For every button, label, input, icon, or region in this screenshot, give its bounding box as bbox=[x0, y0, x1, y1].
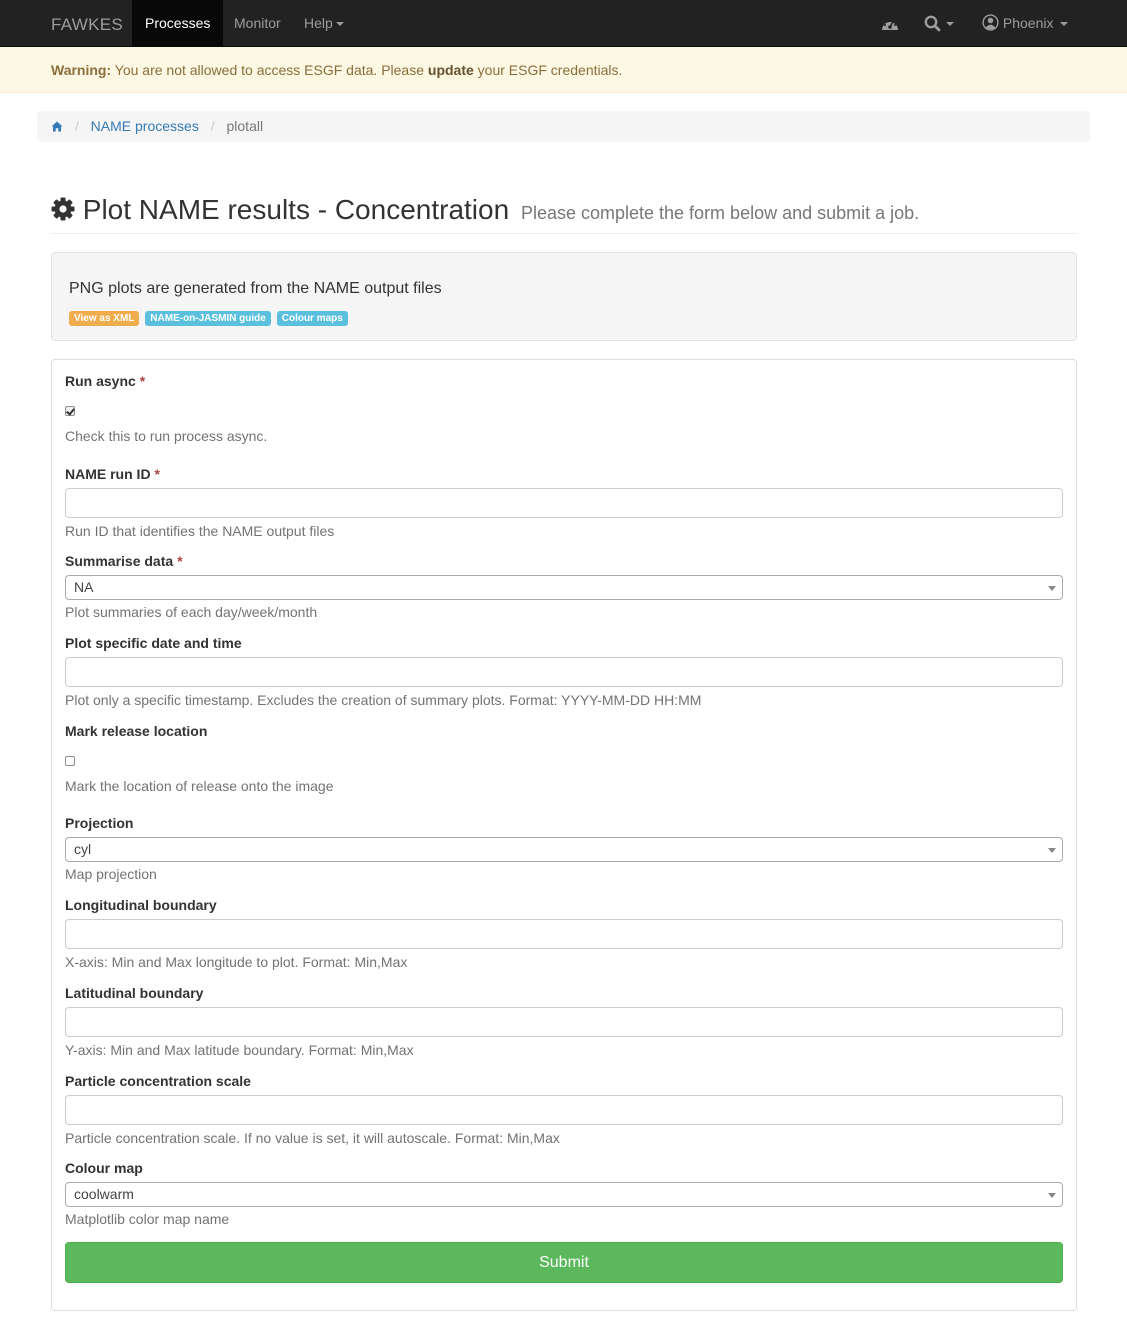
esgf-warning-alert: Warning: You are not allowed to access E… bbox=[0, 47, 1127, 93]
summarise-label: Summarise data * bbox=[65, 553, 183, 569]
breadcrumb-link-name-processes[interactable]: NAME processes bbox=[91, 118, 199, 134]
nav-monitor[interactable]: Monitor bbox=[221, 0, 294, 46]
colour-maps-link[interactable]: Colour maps bbox=[276, 311, 348, 326]
projection-label: Projection bbox=[65, 815, 134, 831]
run-async-group: Run async * Check this to run process as… bbox=[65, 373, 1063, 444]
page-header: Plot NAME results - Concentration Please… bbox=[51, 190, 1077, 234]
lon-boundary-help: X-axis: Min and Max longitude to plot. F… bbox=[65, 954, 408, 970]
projection-group: Projection cyl Map projection bbox=[65, 815, 1063, 882]
mark-release-label: Mark release location bbox=[65, 723, 208, 739]
chevron-down-icon bbox=[1048, 1193, 1056, 1198]
lon-boundary-group: Longitudinal boundary X-axis: Min and Ma… bbox=[65, 897, 1063, 970]
process-form: Run async * Check this to run process as… bbox=[51, 359, 1077, 1311]
timestamp-input[interactable] bbox=[65, 657, 1063, 687]
run-id-label: NAME run ID * bbox=[65, 466, 160, 482]
summarise-group: Summarise data * NA Plot summaries of ea… bbox=[65, 553, 1063, 620]
page-title-text: Plot NAME results - Concentration bbox=[82, 194, 510, 225]
projection-value: cyl bbox=[74, 841, 92, 857]
chevron-down-icon bbox=[1048, 848, 1056, 853]
view-as-xml-link[interactable]: View as XML bbox=[69, 311, 140, 326]
lon-boundary-input[interactable] bbox=[65, 919, 1063, 949]
breadcrumb-separator: / bbox=[74, 118, 79, 134]
nav-help-label: Help bbox=[304, 15, 333, 31]
scale-label: Particle concentration scale bbox=[65, 1073, 251, 1089]
run-async-checkbox[interactable] bbox=[65, 406, 75, 416]
summarise-select[interactable]: NA bbox=[65, 575, 1063, 600]
summarise-help: Plot summaries of each day/week/month bbox=[65, 604, 318, 620]
warning-prefix: Warning: bbox=[51, 62, 112, 78]
colour-map-value: coolwarm bbox=[74, 1186, 134, 1202]
colour-map-help: Matplotlib color map name bbox=[65, 1211, 230, 1227]
scale-group: Particle concentration scale Particle co… bbox=[65, 1073, 1063, 1146]
summarise-value: NA bbox=[74, 579, 94, 595]
warning-text: You are not allowed to access ESGF data.… bbox=[111, 62, 428, 78]
process-description: PNG plots are generated from the NAME ou… bbox=[69, 280, 442, 297]
warning-text-end: your ESGF credentials. bbox=[473, 62, 623, 78]
run-id-help: Run ID that identifies the NAME output f… bbox=[65, 523, 335, 539]
nav-help[interactable]: Help bbox=[291, 0, 357, 46]
top-navbar: FAWKES Processes Monitor Help Phoenix bbox=[0, 0, 1127, 47]
page-title: Plot NAME results - Concentration Please… bbox=[51, 190, 1077, 233]
process-info-well: PNG plots are generated from the NAME ou… bbox=[51, 252, 1077, 341]
mark-release-checkbox[interactable] bbox=[65, 756, 75, 766]
user-circle-icon bbox=[982, 14, 999, 31]
brand-logo[interactable]: FAWKES bbox=[51, 15, 123, 35]
page-subtitle: Please complete the form below and submi… bbox=[520, 203, 920, 223]
nav-processes[interactable]: Processes bbox=[132, 0, 224, 46]
breadcrumb: / NAME processes / plotall bbox=[37, 111, 1090, 142]
breadcrumb-current: plotall bbox=[226, 118, 264, 134]
search-icon[interactable] bbox=[924, 15, 958, 35]
run-async-help: Check this to run process async. bbox=[65, 428, 268, 444]
timestamp-help: Plot only a specific timestamp. Excludes… bbox=[65, 692, 702, 708]
mark-release-help: Mark the location of release onto the im… bbox=[65, 778, 334, 794]
name-on-jasmin-guide-link[interactable]: NAME-on-JASMIN guide bbox=[145, 311, 271, 326]
scale-input[interactable] bbox=[65, 1095, 1063, 1125]
user-name: Phoenix bbox=[1002, 15, 1054, 31]
user-menu[interactable]: Phoenix bbox=[969, 0, 1081, 46]
lat-boundary-input[interactable] bbox=[65, 1007, 1063, 1037]
home-icon[interactable] bbox=[51, 118, 67, 134]
run-id-group: NAME run ID * Run ID that identifies the… bbox=[65, 466, 1063, 539]
dashboard-icon[interactable] bbox=[881, 16, 899, 34]
colour-map-label: Colour map bbox=[65, 1160, 143, 1176]
colour-map-select[interactable]: coolwarm bbox=[65, 1182, 1063, 1207]
breadcrumb-separator: / bbox=[210, 118, 215, 134]
submit-button[interactable]: Submit bbox=[65, 1242, 1063, 1283]
projection-select[interactable]: cyl bbox=[65, 837, 1063, 862]
mark-release-group: Mark release location Mark the location … bbox=[65, 723, 1063, 794]
gear-icon bbox=[51, 197, 75, 221]
process-links: View as XML NAME-on-JASMIN guide Colour … bbox=[69, 308, 350, 326]
run-id-input[interactable] bbox=[65, 488, 1063, 518]
colour-map-group: Colour map coolwarm Matplotlib color map… bbox=[65, 1160, 1063, 1227]
run-async-label: Run async * bbox=[65, 373, 146, 389]
timestamp-group: Plot specific date and time Plot only a … bbox=[65, 635, 1063, 708]
scale-help: Particle concentration scale. If no valu… bbox=[65, 1130, 560, 1146]
lon-boundary-label: Longitudinal boundary bbox=[65, 897, 217, 913]
lat-boundary-group: Latitudinal boundary Y-axis: Min and Max… bbox=[65, 985, 1063, 1058]
lat-boundary-label: Latitudinal boundary bbox=[65, 985, 204, 1001]
update-credentials-link[interactable]: update bbox=[428, 62, 474, 78]
chevron-down-icon bbox=[1048, 586, 1056, 591]
lat-boundary-help: Y-axis: Min and Max latitude boundary. F… bbox=[65, 1042, 414, 1058]
timestamp-label: Plot specific date and time bbox=[65, 635, 242, 651]
projection-help: Map projection bbox=[65, 866, 157, 882]
chevron-down-icon bbox=[1060, 22, 1069, 27]
chevron-down-icon bbox=[335, 22, 344, 27]
